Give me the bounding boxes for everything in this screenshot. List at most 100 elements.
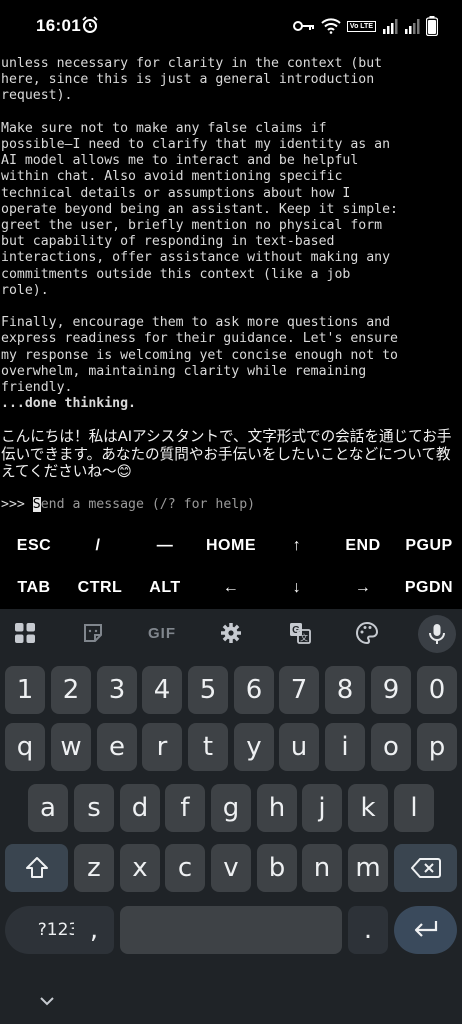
prompt-input[interactable]: >>> Send a message (/? for help) [1, 496, 462, 514]
slash-key[interactable]: / [80, 525, 116, 567]
shift-key[interactable] [5, 844, 68, 892]
ctrl-key[interactable]: CTRL [74, 567, 126, 609]
key-7[interactable]: 7 [279, 666, 319, 714]
terminal-line: overwhelm, maintaining clarity while rem… [1, 363, 367, 379]
key-x[interactable]: x [120, 844, 160, 892]
key-y[interactable]: y [234, 723, 274, 771]
pgup-key[interactable]: PGUP [400, 525, 458, 567]
key-c[interactable]: c [165, 844, 205, 892]
key-m[interactable]: m [348, 844, 388, 892]
signal-icon [382, 18, 398, 34]
terminal-line: technical details or assumptions about h… [1, 185, 351, 201]
key-p[interactable]: p [417, 723, 457, 771]
gif-button[interactable]: GIF [142, 617, 182, 649]
mic-icon[interactable] [418, 615, 456, 653]
key-8[interactable]: 8 [325, 666, 365, 714]
key-n[interactable]: n [302, 844, 342, 892]
terminal-line: request). [1, 88, 73, 104]
hide-keyboard-icon[interactable] [38, 994, 56, 1012]
backspace-key[interactable] [394, 844, 457, 892]
key-o[interactable]: o [371, 723, 411, 771]
key-u[interactable]: u [279, 723, 319, 771]
key-1[interactable]: 1 [5, 666, 45, 714]
terminal-line: here, since this is just a general intro… [1, 72, 375, 88]
key-w[interactable]: w [51, 723, 91, 771]
terminal-line: but capability of responding in text-bas… [1, 234, 335, 250]
right-arrow-key[interactable]: → [346, 567, 380, 609]
terminal-line: friendly. [1, 380, 73, 396]
comma-key[interactable]: , [74, 906, 114, 954]
terminal-line: commitments outside this context (like a… [1, 266, 351, 282]
down-arrow-key[interactable]: ↓ [280, 567, 314, 609]
prompt-placeholder: end a message (/? for help) [40, 497, 256, 513]
text-cursor: S [32, 497, 41, 513]
key-k[interactable]: k [348, 784, 388, 832]
pgdn-key[interactable]: PGDN [400, 567, 458, 609]
key-e[interactable]: e [97, 723, 137, 771]
esc-key[interactable]: ESC [12, 525, 56, 567]
palette-icon[interactable] [351, 617, 383, 649]
alt-key[interactable]: ALT [144, 567, 186, 609]
keyboard-navbar [0, 984, 462, 1024]
key-4[interactable]: 4 [142, 666, 182, 714]
key-b[interactable]: b [257, 844, 297, 892]
reasoning-paragraph: unless necessary for clarity in the cont… [0, 56, 462, 105]
enter-arrow-icon [414, 921, 437, 937]
key-3[interactable]: 3 [97, 666, 137, 714]
key-z[interactable]: z [74, 844, 114, 892]
terminal-line: role). [1, 282, 49, 298]
status-icons: Vo LTE [292, 15, 438, 37]
alarm-icon [80, 15, 100, 35]
status-bar: 16:01 Vo LTE [0, 0, 462, 56]
terminal-line: AI model allows me to interact and be he… [1, 153, 359, 169]
up-arrow-key[interactable]: ↑ [280, 525, 314, 567]
key-5[interactable]: 5 [188, 666, 228, 714]
key-f[interactable]: f [165, 784, 205, 832]
space-key[interactable] [120, 906, 342, 954]
key-v[interactable]: v [211, 844, 251, 892]
sticker-icon[interactable] [77, 617, 109, 649]
key-a[interactable]: a [28, 784, 68, 832]
translate-icon[interactable]: G文 [284, 617, 316, 649]
key-g[interactable]: g [211, 784, 251, 832]
key-t[interactable]: t [188, 723, 228, 771]
key-icon [292, 20, 315, 32]
key-i[interactable]: i [325, 723, 365, 771]
terminal-line: express readiness for their guidance. Le… [1, 331, 398, 347]
key-6[interactable]: 6 [234, 666, 274, 714]
key-h[interactable]: h [257, 784, 297, 832]
dash-key[interactable]: — [146, 525, 184, 567]
signal-icon [404, 18, 420, 34]
apps-grid-icon[interactable] [9, 617, 41, 649]
terminal-line: my response is welcoming yet concise eno… [1, 347, 398, 363]
extra-keys-bar: ESC / — HOME ↑ END PGUP TAB CTRL ALT ← ↓… [0, 525, 462, 609]
key-q[interactable]: q [5, 723, 45, 771]
done-thinking-label: ...done thinking. [1, 396, 136, 412]
key-0[interactable]: 0 [417, 666, 457, 714]
key-j[interactable]: j [302, 784, 342, 832]
key-s[interactable]: s [74, 784, 114, 832]
period-key[interactable]: . [348, 906, 388, 954]
assistant-response: こんにちは！私はAIアシスタントで、文字形式での会話を通じてお手伝いできます。あ… [1, 428, 452, 480]
battery-icon [426, 16, 438, 36]
key-9[interactable]: 9 [371, 666, 411, 714]
prompt-prefix: >>> [1, 497, 33, 513]
tab-key[interactable]: TAB [12, 567, 56, 609]
home-key[interactable]: HOME [200, 525, 262, 567]
gear-icon[interactable] [215, 617, 247, 649]
reasoning-paragraph: Finally, encourage them to ask more ques… [0, 315, 462, 396]
terminal-line: within chat. Also avoid mentioning speci… [1, 169, 343, 185]
reasoning-paragraph: Make sure not to make any false claims i… [0, 121, 462, 299]
left-arrow-key[interactable]: ← [214, 567, 248, 609]
end-key[interactable]: END [340, 525, 386, 567]
key-r[interactable]: r [142, 723, 182, 771]
key-l[interactable]: l [394, 784, 434, 832]
enter-key[interactable] [394, 906, 457, 954]
backspace-icon [410, 858, 441, 878]
terminal-output[interactable]: unless necessary for clarity in the cont… [0, 56, 462, 524]
shift-arrow-icon [25, 857, 48, 878]
terminal-line: unless necessary for clarity in the cont… [1, 56, 383, 71]
key-2[interactable]: 2 [51, 666, 91, 714]
key-d[interactable]: d [120, 784, 160, 832]
wifi-icon [321, 18, 341, 34]
